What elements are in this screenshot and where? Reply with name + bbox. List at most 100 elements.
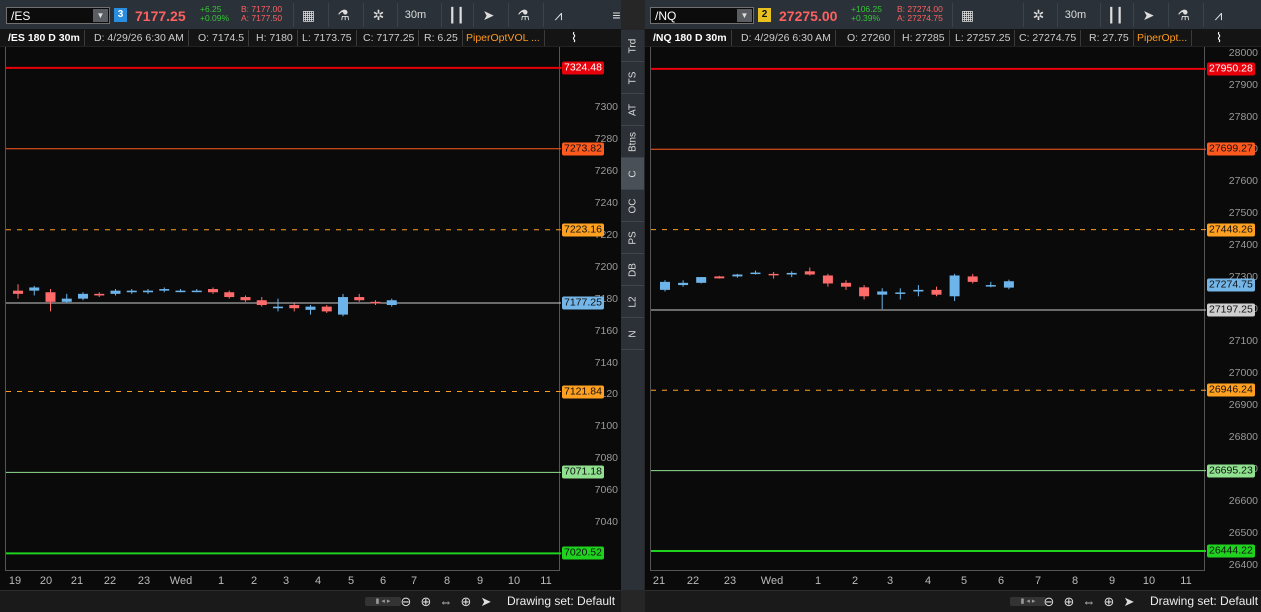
crosshair-icon[interactable]: ⊕ bbox=[457, 594, 475, 610]
side-tab-ps[interactable]: PS bbox=[621, 222, 644, 254]
price-axis[interactable]: 2800027900278002770027600275002740027300… bbox=[1205, 47, 1261, 571]
study-label[interactable]: PiperOptVOL ... bbox=[462, 30, 545, 46]
candle-body bbox=[859, 287, 870, 297]
symbol-field[interactable]: /NQ ▼ bbox=[650, 7, 754, 24]
time-axis[interactable]: 21 22 23 Wed 1 2 3 4 5 6 7 8 9 10 11 bbox=[650, 571, 1205, 591]
time-tick-label: 10 bbox=[507, 575, 521, 587]
side-tab-label: OC bbox=[627, 198, 638, 213]
zoom-out-icon[interactable]: ⊖ bbox=[1040, 594, 1058, 610]
time-tick-label: Wed bbox=[169, 575, 193, 587]
cursor-icon[interactable]: ➤ bbox=[473, 3, 503, 27]
zoom-in-icon[interactable]: ⊕ bbox=[1060, 594, 1078, 610]
side-tab-label: TS bbox=[627, 71, 638, 84]
side-tab-trd[interactable]: Trd bbox=[621, 30, 644, 62]
cursor-icon[interactable]: ➤ bbox=[1120, 594, 1138, 610]
calendar-icon[interactable]: ▦ bbox=[952, 3, 982, 27]
candle-body bbox=[750, 272, 761, 275]
price-level-tag: 27197.25 bbox=[1207, 303, 1255, 317]
change-percent: +0.09% bbox=[200, 13, 230, 23]
pan-icon[interactable]: ⇔ bbox=[1080, 594, 1098, 610]
flask-icon[interactable]: ⚗ bbox=[1168, 3, 1198, 27]
link-badge[interactable]: 3 bbox=[114, 8, 127, 22]
menu-icon[interactable]: ≡ bbox=[612, 3, 621, 27]
candle-body bbox=[732, 274, 743, 277]
pattern-icon[interactable]: ⩘ bbox=[1203, 3, 1233, 27]
chart-status-bar: /ES 180 D 30m D: 4/29/26 6:30 AM O: 7174… bbox=[0, 29, 621, 47]
time-tick-label: 2 bbox=[851, 575, 859, 587]
net-change: +6.25 +0.09% bbox=[200, 5, 229, 23]
time-tick-label: 9 bbox=[476, 575, 484, 587]
time-axis[interactable]: 19 20 21 22 23 Wed 1 2 3 4 5 6 7 8 9 10 11 bbox=[5, 571, 560, 591]
side-tab-btns[interactable]: Btns bbox=[621, 126, 644, 158]
pattern-icon[interactable]: ⩘ bbox=[543, 3, 573, 27]
drawing-tool-icon[interactable]: ⌇ bbox=[1208, 30, 1230, 46]
side-tab-l2[interactable]: L2 bbox=[621, 286, 644, 318]
price-level-tag: 7273.82 bbox=[562, 142, 604, 156]
zoom-out-icon[interactable]: ⊖ bbox=[397, 594, 415, 610]
timeframe-button[interactable]: 30m bbox=[1057, 3, 1093, 27]
bar-high: H: 7180 bbox=[252, 30, 298, 46]
side-tab-at[interactable]: AT bbox=[621, 94, 644, 126]
gear-icon[interactable]: ✲ bbox=[1023, 3, 1053, 27]
candle-body bbox=[714, 276, 725, 279]
symbol-field[interactable]: /ES ▼ bbox=[6, 7, 110, 24]
bar-close: C: 27274.75 bbox=[1015, 30, 1082, 46]
study-label[interactable]: PiperOpt... bbox=[1133, 30, 1193, 46]
time-tick-label: 7 bbox=[410, 575, 418, 587]
side-tab-label: N bbox=[627, 329, 638, 338]
calendar-icon[interactable]: ▦ bbox=[293, 3, 323, 27]
side-tab-n[interactable]: N bbox=[621, 318, 644, 350]
price-level-tag: 7071.18 bbox=[562, 465, 604, 479]
time-tick-label: 10 bbox=[1142, 575, 1156, 587]
bar-low: L: 7173.75 bbox=[298, 30, 357, 46]
price-plot[interactable] bbox=[5, 47, 561, 571]
timeframe-button[interactable]: 30m bbox=[397, 3, 433, 27]
candle-body bbox=[841, 282, 851, 287]
pan-icon[interactable]: ⇔ bbox=[437, 594, 455, 610]
price-level-tag: 27950.28 bbox=[1207, 62, 1255, 76]
time-tick-label: 4 bbox=[924, 575, 932, 587]
cursor-icon[interactable]: ➤ bbox=[477, 594, 495, 610]
candle-body bbox=[126, 290, 137, 293]
drawing-set-label[interactable]: Drawing set: Default bbox=[507, 594, 615, 608]
candle-body bbox=[143, 290, 153, 293]
candle-body bbox=[240, 297, 251, 301]
time-tick-label: 20 bbox=[39, 575, 53, 587]
candle-body bbox=[94, 293, 105, 296]
flask-icon[interactable]: ⚗ bbox=[508, 3, 538, 27]
price-level-tag: 7020.52 bbox=[562, 546, 604, 560]
cursor-icon[interactable]: ➤ bbox=[1133, 3, 1163, 27]
side-tab-db[interactable]: DB bbox=[621, 254, 644, 286]
gear-icon[interactable]: ✲ bbox=[363, 3, 393, 27]
candle-body bbox=[354, 297, 365, 301]
price-tick-label: 27800 bbox=[1228, 111, 1258, 124]
candle-body bbox=[913, 289, 924, 292]
price-tick-label: 26800 bbox=[1228, 431, 1258, 444]
candles-icon[interactable]: ┃┃ bbox=[441, 3, 471, 27]
chevron-down-icon[interactable]: ▼ bbox=[737, 9, 752, 22]
candles-icon[interactable]: ┃┃ bbox=[1100, 3, 1130, 27]
zoom-in-icon[interactable]: ⊕ bbox=[417, 594, 435, 610]
side-tab-ts[interactable]: TS bbox=[621, 62, 644, 94]
price-plot[interactable] bbox=[650, 47, 1206, 571]
price-axis[interactable]: 7300 7280 7260 7240 7220 7200 7180 7160 7140 7120… bbox=[560, 47, 621, 571]
time-tick-label: 11 bbox=[540, 575, 552, 587]
bid-ask: B: 27274.00 A: 27274.75 bbox=[897, 5, 943, 23]
chevron-down-icon[interactable]: ▼ bbox=[93, 9, 108, 22]
side-tab-label: L2 bbox=[627, 295, 638, 308]
link-badge[interactable]: 2 bbox=[758, 8, 771, 22]
crosshair-icon[interactable]: ⊕ bbox=[1100, 594, 1118, 610]
flask-icon[interactable]: ⚗ bbox=[328, 3, 358, 27]
chart-pane-nq: /NQ ▼ 2 27275.00 +106.25 +0.39% B: 27274.0… bbox=[645, 0, 1261, 612]
bar-date: D: 4/29/26 6:30 AM bbox=[90, 30, 189, 46]
bar-close: C: 7177.25 bbox=[359, 30, 420, 46]
side-tab-oc[interactable]: OC bbox=[621, 190, 644, 222]
side-tab-c[interactable]: C bbox=[621, 158, 644, 190]
time-tick-label: Wed bbox=[760, 575, 784, 587]
time-tick-label: 3 bbox=[886, 575, 894, 587]
scroll-handle[interactable]: ▮ ◂ ▸ bbox=[365, 597, 401, 606]
price-tick-label: 26600 bbox=[1228, 495, 1258, 508]
candle-body bbox=[175, 290, 186, 293]
drawing-set-label[interactable]: Drawing set: Default bbox=[1150, 594, 1258, 608]
drawing-tool-icon[interactable]: ⌇ bbox=[563, 30, 585, 46]
